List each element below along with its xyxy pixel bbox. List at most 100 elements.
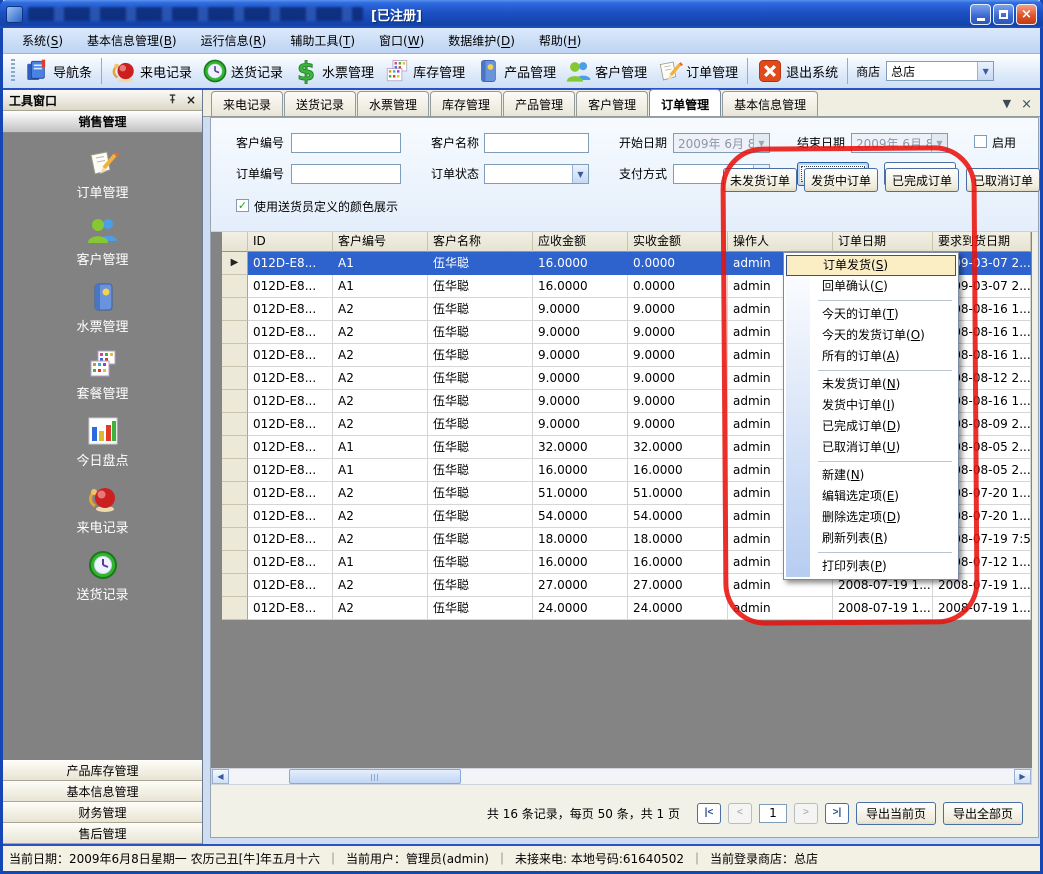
cell-paid-8[interactable]: 32.0000 [628, 436, 728, 459]
cell-recv-6[interactable]: 9.0000 [533, 390, 628, 413]
order-no-input[interactable] [291, 164, 401, 184]
cell-cname-8[interactable]: 伍华聪 [428, 436, 533, 459]
toolbar-button-0[interactable]: 导航条 [19, 56, 97, 86]
menubar-item-4[interactable]: 窗口(W) [368, 29, 435, 52]
cell-cno-12[interactable]: A2 [333, 528, 428, 551]
sidebar-item-2[interactable]: 水票管理 [3, 281, 202, 339]
context-menu-item-5[interactable]: 所有的订单(A) [786, 346, 956, 367]
menubar-item-2[interactable]: 运行信息(R) [190, 29, 278, 52]
status-filter-button-3[interactable]: 已取消订单 [966, 168, 1040, 192]
row-selector-3[interactable] [222, 321, 248, 344]
row-selector-4[interactable] [222, 344, 248, 367]
cell-paid-14[interactable]: 27.0000 [628, 574, 728, 597]
toolbar-button-1[interactable]: 来电记录 [106, 56, 197, 86]
horizontal-scrollbar[interactable]: ◀ ▶ [211, 768, 1032, 785]
cell-id-6[interactable]: 012D-E8... [248, 390, 333, 413]
cell-cname-10[interactable]: 伍华聪 [428, 482, 533, 505]
cell-id-14[interactable]: 012D-E8... [248, 574, 333, 597]
cell-op-15[interactable]: admin [728, 597, 833, 620]
export-all-pages-button[interactable]: 导出全部页 [943, 802, 1023, 825]
cell-recv-0[interactable]: 16.0000 [533, 252, 628, 275]
row-selector-14[interactable] [222, 574, 248, 597]
context-menu-item-8[interactable]: 发货中订单(I) [786, 395, 956, 416]
cell-cno-15[interactable]: A2 [333, 597, 428, 620]
cell-recv-15[interactable]: 24.0000 [533, 597, 628, 620]
cell-cno-8[interactable]: A1 [333, 436, 428, 459]
pin-icon[interactable] [167, 93, 178, 107]
row-selector-7[interactable] [222, 413, 248, 436]
toolbar-button-2[interactable]: 送货记录 [197, 56, 288, 86]
cell-paid-12[interactable]: 18.0000 [628, 528, 728, 551]
cell-id-10[interactable]: 012D-E8... [248, 482, 333, 505]
column-header-2[interactable]: 客户名称 [428, 232, 533, 252]
column-header-4[interactable]: 实收金额 [628, 232, 728, 252]
tab-5[interactable]: 客户管理 [576, 91, 648, 116]
scroll-left-icon[interactable]: ◀ [212, 769, 229, 784]
chevron-down-icon[interactable]: ▼ [977, 62, 993, 80]
cell-cname-2[interactable]: 伍华聪 [428, 298, 533, 321]
customer-name-input[interactable] [484, 133, 589, 153]
cell-paid-1[interactable]: 0.0000 [628, 275, 728, 298]
cell-recv-12[interactable]: 18.0000 [533, 528, 628, 551]
cell-cno-14[interactable]: A2 [333, 574, 428, 597]
shop-select[interactable]: 总店 ▼ [886, 61, 994, 81]
sidebar-section-0[interactable]: 产品库存管理 [3, 760, 202, 781]
cell-paid-15[interactable]: 24.0000 [628, 597, 728, 620]
cell-cname-9[interactable]: 伍华聪 [428, 459, 533, 482]
cell-paid-9[interactable]: 16.0000 [628, 459, 728, 482]
context-menu-item-10[interactable]: 已取消订单(U) [786, 437, 956, 458]
cell-cno-1[interactable]: A1 [333, 275, 428, 298]
row-selector-6[interactable] [222, 390, 248, 413]
cell-cno-9[interactable]: A1 [333, 459, 428, 482]
cell-recv-5[interactable]: 9.0000 [533, 367, 628, 390]
tab-3[interactable]: 库存管理 [430, 91, 502, 116]
context-menu-item-0[interactable]: 订单发货(S) [786, 255, 956, 276]
tab-7[interactable]: 基本信息管理 [722, 91, 818, 116]
toolbar-button-7[interactable]: 订单管理 [652, 56, 743, 86]
cell-paid-4[interactable]: 9.0000 [628, 344, 728, 367]
sidebar-item-1[interactable]: 客户管理 [3, 214, 202, 272]
row-selector-15[interactable] [222, 597, 248, 620]
cell-id-5[interactable]: 012D-E8... [248, 367, 333, 390]
context-menu-item-7[interactable]: 未发货订单(N) [786, 374, 956, 395]
page-number-input[interactable] [759, 804, 787, 823]
cell-paid-7[interactable]: 9.0000 [628, 413, 728, 436]
cell-paid-5[interactable]: 9.0000 [628, 367, 728, 390]
tab-2[interactable]: 水票管理 [357, 91, 429, 116]
context-menu-item-9[interactable]: 已完成订单(D) [786, 416, 956, 437]
start-date-picker[interactable]: 2009年 6月 8日 ▼ [673, 133, 770, 153]
minimize-button[interactable] [970, 4, 991, 25]
context-menu-item-3[interactable]: 今天的订单(T) [786, 304, 956, 325]
cell-id-12[interactable]: 012D-E8... [248, 528, 333, 551]
row-selector-11[interactable] [222, 505, 248, 528]
cell-recv-10[interactable]: 51.0000 [533, 482, 628, 505]
cell-paid-2[interactable]: 9.0000 [628, 298, 728, 321]
cell-cno-11[interactable]: A2 [333, 505, 428, 528]
toolbar-button-5[interactable]: 产品管理 [470, 56, 561, 86]
cell-cno-10[interactable]: A2 [333, 482, 428, 505]
cell-recv-11[interactable]: 54.0000 [533, 505, 628, 528]
column-header-5[interactable]: 操作人 [728, 232, 833, 252]
cell-recv-4[interactable]: 9.0000 [533, 344, 628, 367]
cell-id-0[interactable]: 012D-E8... [248, 252, 333, 275]
cell-id-9[interactable]: 012D-E8... [248, 459, 333, 482]
sidebar-item-6[interactable]: 送货记录 [3, 549, 202, 607]
cell-id-4[interactable]: 012D-E8... [248, 344, 333, 367]
cell-id-8[interactable]: 012D-E8... [248, 436, 333, 459]
maximize-button[interactable] [993, 4, 1014, 25]
cell-paid-10[interactable]: 51.0000 [628, 482, 728, 505]
cell-recv-14[interactable]: 27.0000 [533, 574, 628, 597]
chevron-down-icon[interactable]: ▼ [572, 165, 588, 183]
cell-recv-2[interactable]: 9.0000 [533, 298, 628, 321]
column-header-7[interactable]: 要求到货日期 [933, 232, 1031, 252]
tab-close-icon[interactable]: × [1021, 97, 1032, 112]
status-filter-button-1[interactable]: 发货中订单 [804, 168, 878, 192]
sidebar-section-1[interactable]: 基本信息管理 [3, 781, 202, 802]
sidebar-item-3[interactable]: 套餐管理 [3, 348, 202, 406]
cell-id-1[interactable]: 012D-E8... [248, 275, 333, 298]
cell-cno-4[interactable]: A2 [333, 344, 428, 367]
cell-cname-3[interactable]: 伍华聪 [428, 321, 533, 344]
toolbar-button-8[interactable]: 退出系统 [752, 56, 843, 86]
scroll-right-icon[interactable]: ▶ [1014, 769, 1031, 784]
toolbar-grip[interactable] [11, 59, 15, 83]
